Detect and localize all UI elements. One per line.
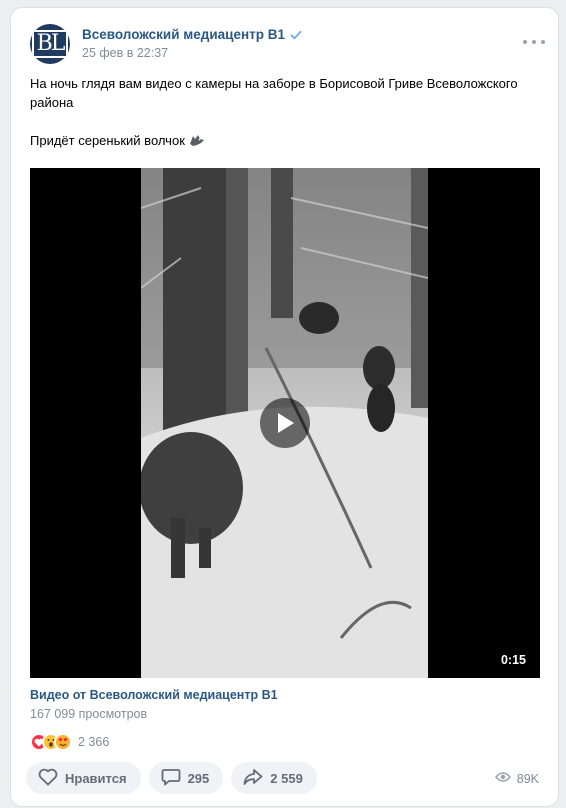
video-title-link[interactable]: Видео от Всеволожский медиацентр В1 [30, 688, 278, 702]
more-options-icon[interactable] [523, 35, 545, 49]
eye-icon [494, 771, 511, 786]
avatar-logo: BL [31, 30, 69, 58]
comment-button[interactable]: 295 [148, 762, 224, 794]
love-face-icon [54, 733, 72, 751]
like-label: Нравится [65, 770, 127, 786]
verified-icon [290, 29, 302, 41]
post-text-line: На ночь глядя вам видео с камеры на забо… [30, 76, 518, 110]
post-actions: Нравится 295 2 559 [26, 762, 317, 794]
video-duration: 0:15 [500, 653, 526, 667]
views-counter: 89K [494, 771, 539, 786]
play-button[interactable] [260, 398, 310, 448]
video-player[interactable]: 0:15 [30, 168, 540, 678]
reactions-summary[interactable]: 2 366 [30, 733, 109, 751]
share-button[interactable]: 2 559 [231, 762, 317, 794]
heart-outline-icon [38, 768, 58, 789]
shares-count: 2 559 [270, 770, 303, 786]
video-views: 167 099 просмотров [30, 707, 148, 721]
reactions-count: 2 366 [78, 735, 110, 749]
post-text-line: Придёт серенький волчок [30, 131, 535, 150]
author-avatar[interactable]: BL [30, 24, 70, 64]
comment-icon [161, 768, 181, 789]
like-button[interactable]: Нравится [26, 762, 141, 794]
wolf-icon [188, 133, 206, 147]
post-card: BL Всеволожский медиацентр В1 25 фев в 2… [10, 7, 559, 807]
comments-count: 295 [187, 770, 210, 786]
author-name[interactable]: Всеволожский медиацентр В1 [82, 27, 285, 42]
views-count: 89K [516, 771, 539, 786]
author-link[interactable]: Всеволожский медиацентр В1 [82, 27, 302, 42]
post-text: На ночь глядя вам видео с камеры на забо… [30, 74, 535, 169]
post-date[interactable]: 25 фев в 22:37 [82, 46, 168, 60]
share-icon [243, 768, 263, 789]
